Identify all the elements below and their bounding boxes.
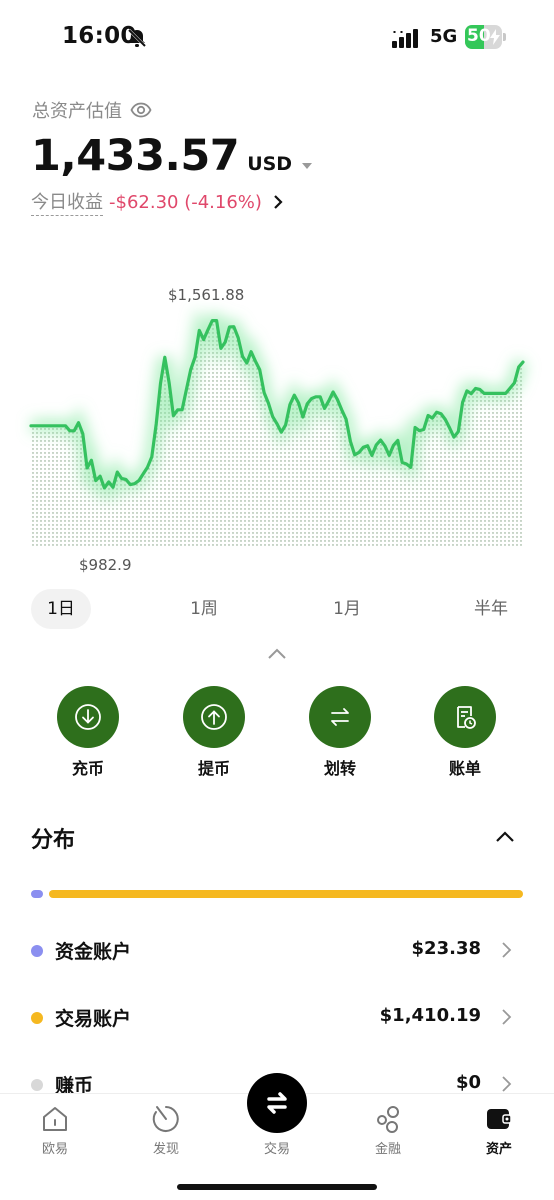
account-value: $0: [455, 1072, 481, 1093]
nav-assets-label: 资产: [485, 1142, 512, 1157]
asset-chart-svg: [29, 306, 529, 548]
tab-1m[interactable]: 1月: [317, 589, 377, 629]
asset-chart[interactable]: $1,561.88 $982.9: [0, 276, 554, 586]
deposit-label: 充币: [71, 759, 104, 778]
distribution-bar: [31, 890, 523, 898]
action-buttons: 充币 提币 划转 账单: [0, 686, 554, 779]
battery-icon: 50: [465, 25, 507, 49]
bell-muted-icon: [127, 28, 147, 48]
account-name: 交易账户: [55, 1008, 132, 1030]
tab-6m[interactable]: 半年: [459, 589, 523, 629]
finance-icon: [377, 1106, 399, 1133]
chevron-right-icon: [502, 942, 512, 958]
withdraw-label: 提币: [197, 759, 230, 778]
chevron-up-icon[interactable]: [495, 831, 515, 843]
total-asset-label: 总资产估值: [32, 101, 122, 122]
today-pnl-label: 今日收益: [31, 188, 103, 216]
chevron-right-icon[interactable]: [272, 195, 284, 209]
transfer-label: 划转: [323, 759, 356, 778]
deposit-icon: [75, 704, 101, 730]
currency-selector[interactable]: USD: [247, 153, 292, 175]
chevron-up-icon[interactable]: [267, 648, 287, 660]
total-balance: 1,433.57: [31, 131, 240, 181]
chart-high-label: $1,561.88: [168, 286, 245, 304]
total-asset-label-row: 总资产估值: [32, 97, 152, 123]
trade-swap-button[interactable]: [247, 1073, 307, 1133]
today-pnl-row[interactable]: 今日收益 -$62.30 (-4.16%): [31, 188, 284, 216]
home-icon: [43, 1107, 67, 1131]
period-tabs: 1日 1周 1月 半年: [31, 589, 523, 629]
network-label: 5G: [430, 26, 458, 47]
account-value: $1,410.19: [379, 1005, 481, 1026]
account-color-dot: [31, 945, 43, 957]
today-pnl-value: -$62.30 (-4.16%): [109, 191, 262, 213]
wallet-icon: [487, 1109, 512, 1129]
distribution-segment-funding: [31, 890, 43, 898]
nav-discover[interactable]: 发现: [126, 1104, 206, 1157]
deposit-button[interactable]: 充币: [43, 686, 133, 779]
nav-finance[interactable]: 金融: [348, 1104, 428, 1157]
account-color-dot: [31, 1012, 43, 1024]
account-name: 资金账户: [55, 941, 132, 963]
transfer-icon: [331, 708, 349, 726]
account-row-trading[interactable]: 交易账户 $1,410.19: [31, 1002, 523, 1032]
nav-home-label: 欧易: [41, 1142, 68, 1157]
withdraw-button[interactable]: 提币: [169, 686, 259, 779]
status-bar: 16:00 5G 50: [0, 0, 554, 76]
tab-1d[interactable]: 1日: [31, 589, 91, 629]
tab-1w[interactable]: 1周: [174, 589, 234, 629]
nav-finance-label: 金融: [374, 1142, 401, 1157]
bill-label: 账单: [448, 759, 481, 778]
balance-row: 1,433.57 USD: [31, 131, 313, 181]
account-color-dot: [31, 1079, 43, 1091]
distribution-segment-trading: [49, 890, 523, 898]
bill-button[interactable]: 账单: [420, 686, 510, 779]
account-value: $23.38: [411, 938, 481, 959]
withdraw-icon: [201, 704, 227, 730]
assets-screen: 16:00 5G 50 总资产估值 1,433.57 USD 今日收益 -$62…: [0, 0, 554, 1200]
nav-home[interactable]: 欧易: [15, 1104, 95, 1157]
transfer-button[interactable]: 划转: [295, 686, 385, 779]
chevron-right-icon: [502, 1076, 512, 1092]
nav-trade-label: 交易: [263, 1142, 290, 1157]
trade-swap-icon: [267, 1092, 287, 1114]
account-row-funding[interactable]: 资金账户 $23.38: [31, 935, 523, 965]
nav-discover-label: 发现: [152, 1142, 179, 1157]
chart-low-label: $982.9: [79, 556, 132, 574]
chevron-right-icon: [502, 1009, 512, 1025]
battery-level: 50: [467, 26, 491, 46]
bill-icon: [457, 706, 476, 729]
caret-down-icon[interactable]: [302, 162, 313, 170]
eye-icon[interactable]: [130, 99, 152, 121]
nav-assets[interactable]: 资产: [459, 1104, 539, 1157]
charging-bolt-icon: [490, 29, 500, 45]
distribution-title: 分布: [31, 828, 76, 853]
bottom-nav: 欧易 发现 交易 金融 资产: [0, 1073, 554, 1200]
discover-icon: [152, 1106, 179, 1132]
home-indicator: [177, 1184, 377, 1190]
signal-icon: [392, 29, 418, 48]
